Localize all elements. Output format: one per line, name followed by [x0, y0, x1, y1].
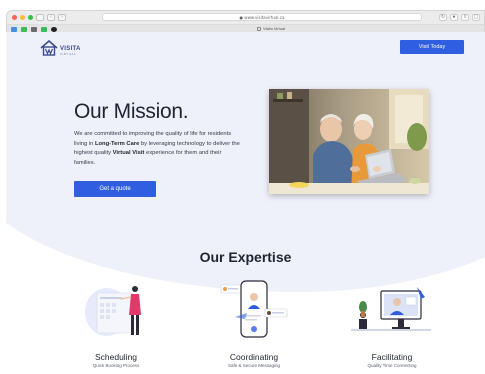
window-controls [12, 15, 33, 20]
share-icon[interactable]: ⇧ [461, 14, 469, 21]
bookmark-icon[interactable] [31, 26, 37, 32]
get-quote-button[interactable]: Get a quote [74, 181, 156, 197]
tab-favicon-icon [257, 26, 261, 31]
bookmark-icon[interactable] [11, 26, 17, 32]
extension-icon[interactable]: ● [450, 14, 458, 21]
card-title: Coordinating [229, 352, 279, 362]
house-logo-icon [40, 39, 58, 56]
seniors-laptop-photo [269, 89, 429, 194]
maximize-window-button[interactable] [28, 15, 33, 20]
site-logo[interactable]: VISITA VIRTUAL [40, 39, 81, 56]
card-title: Facilitating [371, 352, 413, 362]
mission-text-highlight: Long-Term Care [94, 140, 140, 147]
card-subtitle: Quality Time Connecting [367, 363, 417, 368]
card-title: Scheduling [94, 352, 138, 362]
address-bar[interactable]: ● www.visitavirtual.ca [102, 13, 422, 21]
card-subtitle: Safe & Secure Messaging [227, 363, 281, 368]
mission-description: We are committed to improving the qualit… [74, 130, 242, 168]
mission-text-highlight: Virtual Visit [112, 150, 145, 157]
bookmark-icon[interactable] [51, 26, 57, 32]
browser-toolbar: ‹ › ● www.visitavirtual.ca ↻ ● ⇧ ▢ [7, 11, 484, 24]
bookmark-icon[interactable] [41, 26, 47, 32]
tab-title: Visita Virtual [263, 26, 286, 31]
logo-subtitle: VIRTUAL [60, 52, 77, 56]
reload-icon[interactable]: ↻ [439, 14, 447, 21]
bookmark-icon[interactable] [21, 26, 27, 32]
back-button[interactable]: ‹ [47, 14, 55, 21]
video-call-monitor-icon [351, 285, 431, 346]
web-page: VISITA VIRTUAL Visit Today Our Mission. … [6, 32, 485, 374]
card-subtitle: Quick Booking Process [92, 363, 140, 368]
sidebar-toggle-button[interactable] [36, 14, 44, 21]
expertise-title: Our Expertise [199, 249, 292, 265]
browser-window-chrome: ‹ › ● www.visitavirtual.ca ↻ ● ⇧ ▢ Visit… [6, 10, 485, 33]
messaging-phone-icon [217, 279, 293, 346]
visit-today-button[interactable]: Visit Today [400, 40, 464, 54]
mission-title: Our Mission. [74, 100, 189, 123]
scheduling-illustration-icon [83, 279, 149, 344]
toolbar-right-icons: ↻ ● ⇧ ▢ [439, 14, 480, 21]
tabs-overview-icon[interactable]: ▢ [472, 14, 480, 21]
close-window-button[interactable] [12, 15, 17, 20]
forward-button[interactable]: › [58, 14, 66, 21]
active-tab[interactable]: Visita Virtual [257, 26, 285, 31]
minimize-window-button[interactable] [20, 15, 25, 20]
